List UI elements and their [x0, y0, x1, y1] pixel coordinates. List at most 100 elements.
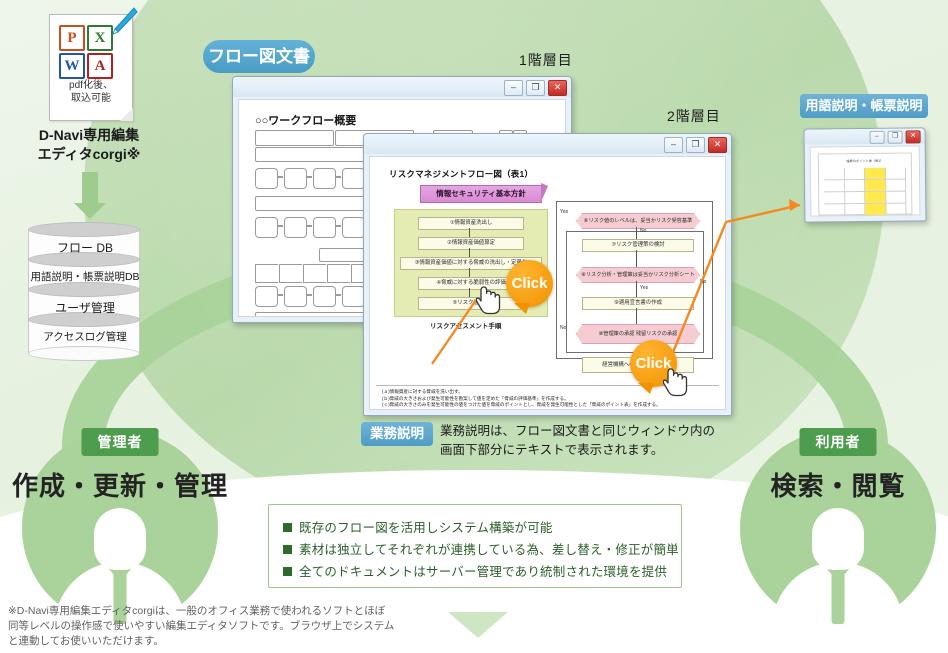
- avatar-head: [812, 508, 864, 570]
- close-icon[interactable]: ✕: [905, 130, 921, 144]
- table-cell: [824, 180, 845, 192]
- maximize-icon[interactable]: ❐: [526, 80, 545, 96]
- note-line: (ｃ)脅威の大きさのみを発生可能性の値をつけた値を脅威のポイントとし、脅威を発生…: [382, 402, 661, 408]
- maximize-icon[interactable]: ❐: [887, 130, 903, 144]
- w1-node: [284, 168, 307, 189]
- table-cell-highlight: [865, 191, 886, 203]
- avatar-head: [94, 508, 146, 570]
- layer1-label: 1階層目: [519, 52, 573, 68]
- table-cell: [885, 191, 907, 203]
- db-label-terms: 用語説明・帳票説明DB: [30, 271, 140, 283]
- minimize-icon[interactable]: –: [869, 130, 885, 144]
- window-glossary-document[interactable]: – ❐ ✕ 帳票のポイント表（表1）: [803, 127, 927, 223]
- editor-to-db-arrow-shaft: [82, 172, 98, 206]
- table-cell: [844, 215, 866, 217]
- hand-cursor-icon: [475, 286, 502, 318]
- db-label-users: ユーザ管理: [55, 301, 115, 315]
- close-icon[interactable]: ✕: [548, 80, 567, 96]
- flow-node: ②情報資産価値算定: [418, 237, 524, 250]
- bullet-square-icon: [283, 567, 292, 576]
- flow-link: [469, 228, 470, 237]
- role-admin-title: 作成・更新・管理: [11, 471, 229, 501]
- flow-link: [636, 250, 637, 267]
- user-avatar: [763, 508, 913, 626]
- table-cell: [885, 203, 907, 215]
- table-row: [823, 167, 907, 181]
- hand-cursor-icon: [662, 368, 689, 400]
- table-cell-highlight: [865, 203, 886, 215]
- window1-titlebar[interactable]: – ❐ ✕: [233, 77, 571, 97]
- table-row: [824, 179, 907, 193]
- window3-controls[interactable]: – ❐ ✕: [869, 130, 921, 144]
- policy-node: 情報セキュリティ基本方針: [420, 183, 548, 203]
- footnote-line2: 同等レベルの操作感で使いやすい編集エディタソフトです。ブラウザ上でシステム: [8, 620, 395, 632]
- w1-chevron: [255, 264, 278, 283]
- layer2-label: 2階層目: [667, 108, 721, 124]
- w1-connector: [335, 176, 341, 178]
- w1-connector: [335, 225, 341, 227]
- diagram-canvas: P XW A pdf化後、 取込可能 D-Navi専用編集 エディタcorgi※ フ…: [0, 0, 948, 653]
- glossary-page: 帳票のポイント表（表1）: [817, 152, 913, 217]
- footnote-line3: と連動してお使いいただけます。: [8, 635, 164, 647]
- w1-node: [255, 286, 278, 307]
- close-icon[interactable]: ✕: [708, 137, 727, 153]
- cycle-arrow-down-icon: [448, 612, 508, 638]
- cylinder-top: [28, 282, 140, 297]
- w1-node: [342, 168, 365, 189]
- cylinder-top: [28, 222, 140, 237]
- minimize-icon[interactable]: –: [504, 80, 523, 96]
- bullet-square-icon: [283, 523, 292, 532]
- w1-node: [255, 217, 278, 238]
- w1-connector: [306, 294, 312, 296]
- w1-chevron: [279, 264, 302, 283]
- avatar-tie: [831, 570, 845, 624]
- click-bubble-flow[interactable]: Click: [506, 260, 553, 314]
- maximize-icon[interactable]: ❐: [686, 137, 705, 153]
- window2-controls[interactable]: – ❐ ✕: [664, 137, 727, 153]
- flow-decision: ⑧リスク分析・管理策は妥当かリスク分析シート: [576, 267, 700, 283]
- table-cell: [844, 179, 866, 192]
- table-cell: [823, 168, 845, 180]
- flow-diagram-title: リスクマネジメントフロー図（表1）: [389, 169, 534, 179]
- window1-title: ○○ワークフロー概要: [255, 115, 357, 127]
- window1-controls[interactable]: – ❐ ✕: [504, 80, 567, 96]
- table-cell: [844, 191, 866, 204]
- table-row: [824, 203, 907, 217]
- window2-titlebar[interactable]: – ❐ ✕: [364, 134, 731, 154]
- flow-node: ⑦リスク管理策の検討: [582, 239, 694, 252]
- flow-link: [636, 308, 637, 324]
- minimize-icon[interactable]: –: [664, 137, 683, 153]
- role-user-badge: 利用者: [799, 428, 877, 456]
- bullet-square-icon: [283, 545, 292, 554]
- w1-connector: [277, 176, 283, 178]
- w1-node: [313, 286, 336, 307]
- flow-no-label: No: [560, 325, 567, 331]
- note-line: (ｄ)上記で洗い出した脅威を「脅威のポイント表」の項目に該当に記入する。: [382, 409, 713, 410]
- editor-to-db-arrow-head-icon: [74, 203, 106, 219]
- table-cell-highlight: [864, 167, 886, 179]
- flow-node: ⑨適用宣言書の作成: [582, 297, 694, 310]
- pill-flow-document: フロー図文書: [203, 40, 315, 73]
- flow-node: ⑤リスク値算定: [418, 297, 524, 310]
- w1-node: [342, 217, 365, 238]
- table-cell: [824, 204, 845, 216]
- flow-no-label: No: [640, 228, 647, 234]
- table-row: [824, 215, 907, 217]
- w1-node: [313, 217, 336, 238]
- table-cell: [885, 215, 907, 217]
- cylinder-bottom: [28, 346, 140, 361]
- footnote: ※D-Navi専用編集エディタcorgiは、一般のオフィス業務で使われるソフトと…: [8, 604, 428, 649]
- table-cell: [844, 203, 866, 216]
- business-description-line1: 業務説明は、フロー図文書と同じウィンドウ内の: [440, 424, 716, 438]
- flow-node: ①情報資産洗出し: [418, 217, 524, 230]
- window3-body: 帳票のポイント表（表1）: [809, 145, 921, 217]
- glossary-table: [823, 167, 907, 217]
- database-cylinder: アクセスログ管理: [28, 312, 140, 361]
- window3-titlebar[interactable]: – ❐ ✕: [804, 128, 925, 145]
- w1-connector: [335, 294, 341, 296]
- flow-no-label: No: [700, 279, 707, 285]
- pill-business-description: 業務説明: [361, 422, 433, 446]
- w1-connector: [306, 176, 312, 178]
- flow-link: [636, 227, 637, 239]
- w1-node: [313, 168, 336, 189]
